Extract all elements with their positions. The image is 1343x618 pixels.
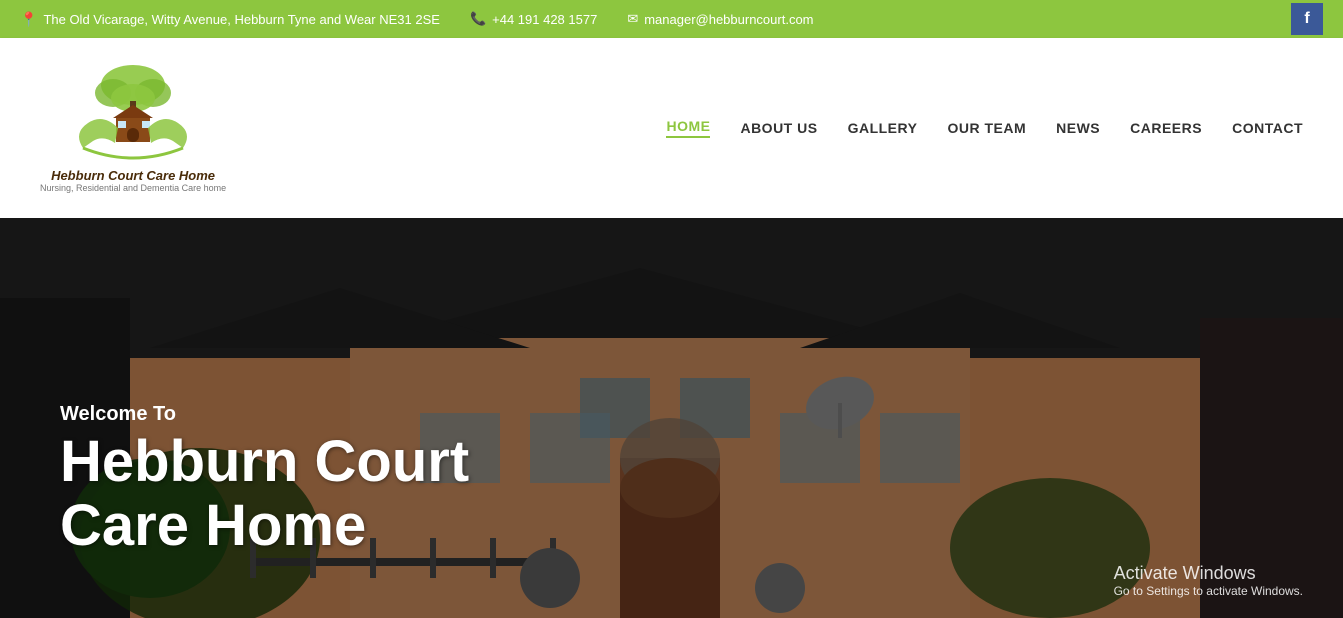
email-text: manager@hebburncourt.com	[644, 12, 813, 27]
nav-careers[interactable]: CAREERS	[1130, 120, 1202, 136]
address-item: 📍 The Old Vicarage, Witty Avenue, Hebbur…	[20, 11, 440, 28]
nav-contact[interactable]: CONTACT	[1232, 120, 1303, 136]
nav-about-us[interactable]: ABOUT US	[740, 120, 817, 136]
nav-gallery[interactable]: GALLERY	[848, 120, 918, 136]
facebook-button[interactable]: f	[1291, 3, 1323, 35]
logo-subtitle: Nursing, Residential and Dementia Care h…	[40, 183, 226, 193]
logo-title: Hebburn Court Care Home	[40, 168, 226, 183]
hero-title: Hebburn Court Care Home	[60, 430, 469, 558]
email-item: ✉ manager@hebburncourt.com	[627, 11, 813, 27]
phone-text: +44 191 428 1577	[492, 12, 597, 27]
nav-our-team[interactable]: OUR TEAM	[947, 120, 1026, 136]
address-text: The Old Vicarage, Witty Avenue, Hebburn …	[43, 12, 440, 27]
watermark-title: Activate Windows	[1114, 563, 1303, 584]
phone-item: 📞 +44 191 428 1577	[470, 11, 597, 27]
logo-svg	[63, 63, 203, 173]
header: Hebburn Court Care Home Nursing, Residen…	[0, 38, 1343, 218]
hero-welcome-text: Welcome To	[60, 403, 469, 426]
hero-title-line1: Hebburn Court	[60, 429, 469, 494]
logo-area: Hebburn Court Care Home Nursing, Residen…	[40, 63, 226, 193]
hero-section: Welcome To Hebburn Court Care Home Activ…	[0, 218, 1343, 618]
hero-title-line2: Care Home	[60, 493, 366, 558]
top-bar: 📍 The Old Vicarage, Witty Avenue, Hebbur…	[0, 0, 1343, 38]
email-icon: ✉	[627, 11, 638, 27]
hero-content: Welcome To Hebburn Court Care Home	[60, 403, 469, 558]
windows-watermark: Activate Windows Go to Settings to activ…	[1114, 563, 1303, 598]
phone-icon: 📞	[470, 11, 486, 27]
watermark-subtitle: Go to Settings to activate Windows.	[1114, 584, 1303, 598]
top-bar-info: 📍 The Old Vicarage, Witty Avenue, Hebbur…	[20, 11, 1291, 28]
logo-text-area: Hebburn Court Care Home Nursing, Residen…	[40, 168, 226, 193]
navigation: HOME ABOUT US GALLERY OUR TEAM NEWS CARE…	[666, 118, 1303, 138]
facebook-icon: f	[1304, 10, 1309, 28]
location-icon: 📍	[20, 11, 37, 28]
nav-home[interactable]: HOME	[666, 118, 710, 138]
nav-news[interactable]: NEWS	[1056, 120, 1100, 136]
